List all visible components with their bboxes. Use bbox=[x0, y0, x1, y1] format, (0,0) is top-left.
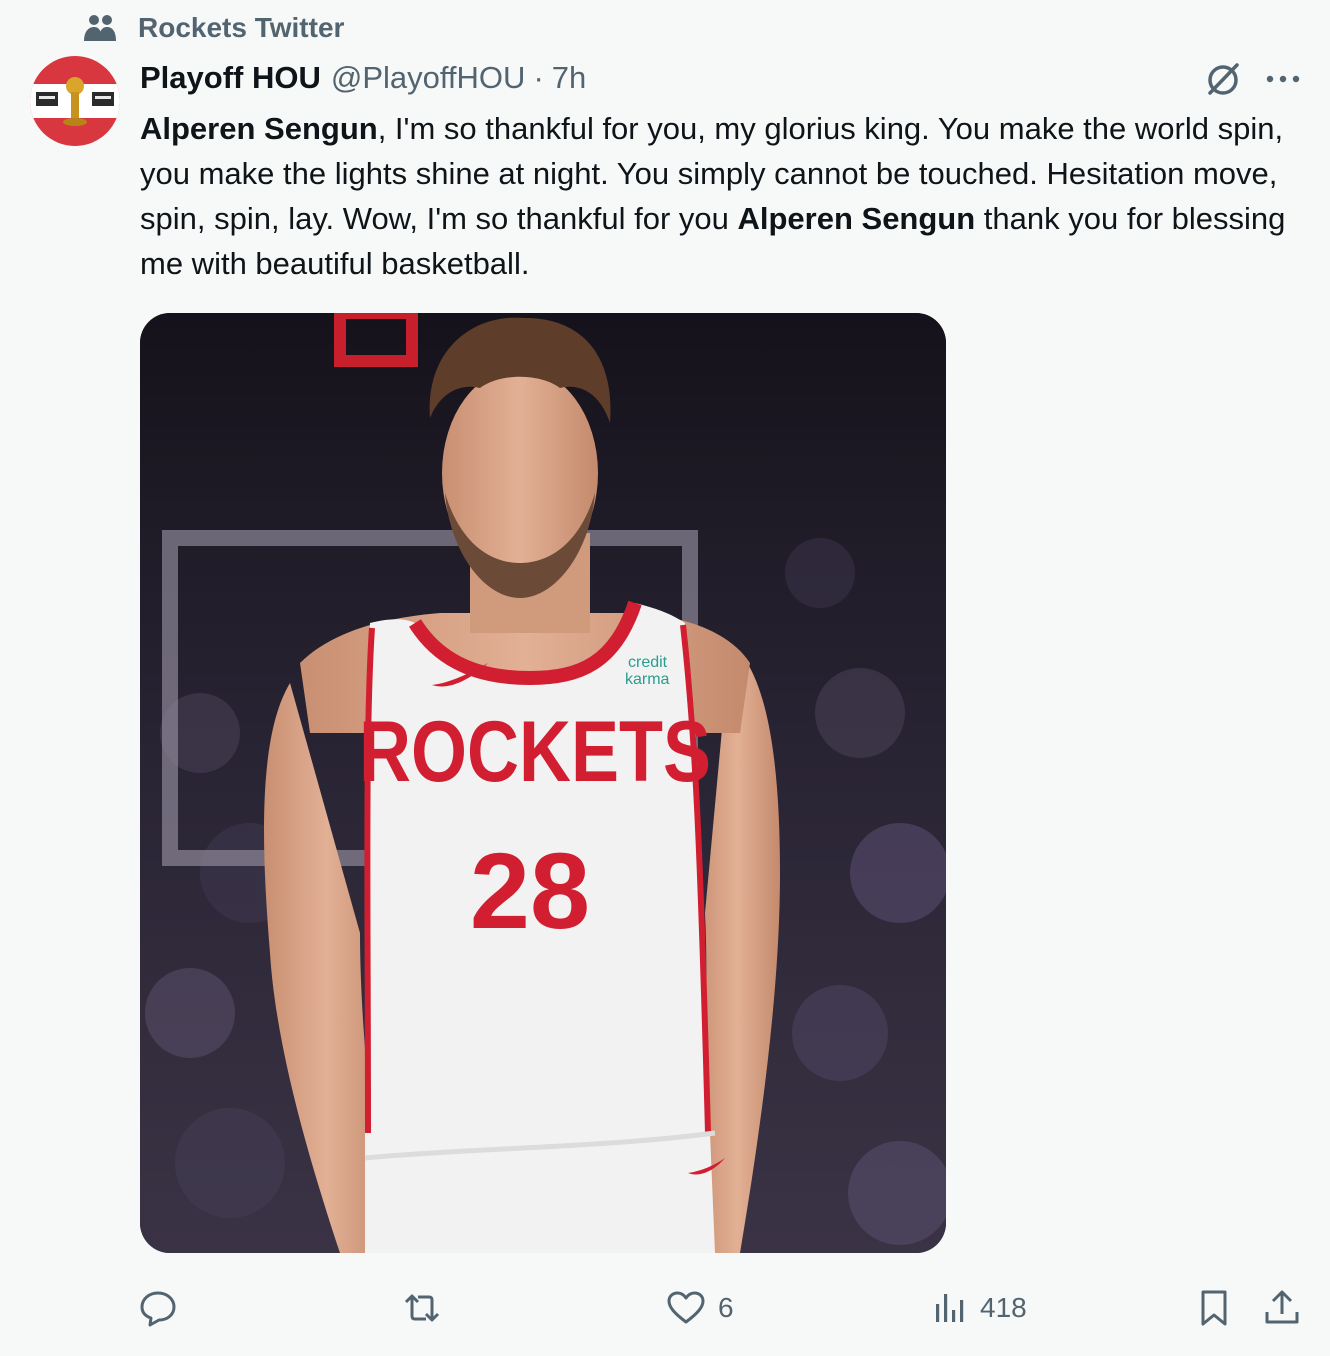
jersey-number: 28 bbox=[470, 830, 590, 951]
views-bar-chart-icon bbox=[936, 1294, 964, 1322]
heart-icon bbox=[667, 1291, 705, 1324]
community-context[interactable]: Rockets Twitter bbox=[82, 8, 344, 48]
trophy-avatar-icon bbox=[30, 56, 120, 146]
separator-dot: · bbox=[533, 60, 544, 95]
sponsor-line-2: karma bbox=[625, 671, 670, 688]
tweet-photo[interactable]: credit karma ROCKETS 28 bbox=[140, 313, 946, 1253]
community-label: Rockets Twitter bbox=[138, 12, 345, 43]
tweet-timestamp[interactable]: 7h bbox=[552, 60, 586, 96]
tweet-text: Alperen Sengun, I'm so thankful for you,… bbox=[140, 106, 1290, 286]
retweet-icon bbox=[404, 1294, 440, 1322]
author-handle[interactable]: @PlayoffHOU bbox=[331, 60, 526, 96]
views-button[interactable]: 418 bbox=[932, 1280, 1027, 1336]
views-count: 418 bbox=[980, 1292, 1027, 1323]
bookmark-button[interactable] bbox=[1196, 1280, 1232, 1336]
grok-icon bbox=[1208, 63, 1239, 95]
share-button[interactable] bbox=[1262, 1280, 1302, 1336]
more-options-button[interactable] bbox=[1262, 58, 1304, 100]
author-display-name[interactable]: Playoff HOU bbox=[140, 60, 321, 96]
share-icon bbox=[1265, 1290, 1299, 1324]
reply-button[interactable] bbox=[138, 1280, 190, 1336]
community-icon bbox=[82, 13, 118, 43]
grok-button[interactable] bbox=[1200, 56, 1246, 102]
avatar[interactable] bbox=[30, 56, 120, 146]
jersey-team-name: ROCKETS bbox=[359, 703, 711, 800]
more-icon bbox=[1266, 75, 1300, 83]
like-count: 6 bbox=[718, 1292, 734, 1323]
mention-link[interactable]: Alperen Sengun bbox=[140, 111, 378, 146]
like-button[interactable]: 6 bbox=[666, 1280, 734, 1336]
reply-icon bbox=[140, 1291, 176, 1327]
tweet-action-bar: 6 418 bbox=[0, 1280, 1330, 1336]
player-photo: credit karma ROCKETS 28 bbox=[140, 313, 946, 1253]
mention-link[interactable]: Alperen Sengun bbox=[737, 201, 975, 236]
tweet-header: Playoff HOU @PlayoffHOU · 7h bbox=[140, 56, 586, 100]
sponsor-line-1: credit bbox=[628, 654, 668, 671]
bookmark-icon bbox=[1201, 1290, 1227, 1326]
retweet-button[interactable] bbox=[400, 1280, 456, 1336]
